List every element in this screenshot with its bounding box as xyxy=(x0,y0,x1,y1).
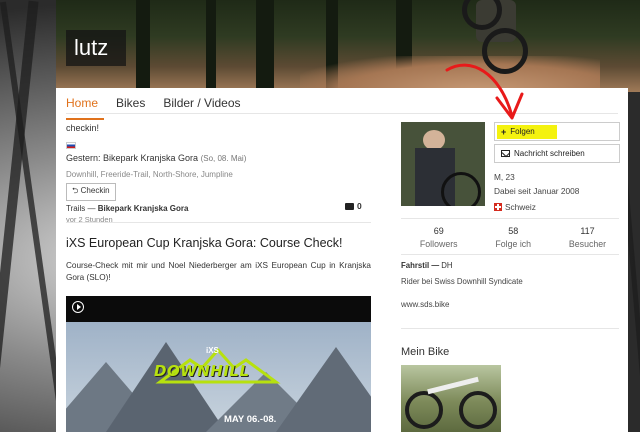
video-player[interactable]: iXS DOWNHILL MAY 06.-08. xyxy=(66,296,371,432)
checkin-button[interactable]: ⮌ Checkin xyxy=(66,183,116,201)
trail-tags: Downhill, Freeride-Trail, North-Shore, J… xyxy=(66,170,233,179)
message-button-label: Nachricht schreiben xyxy=(514,149,585,158)
activity-item: checkin! Gestern: Bikepark Kranjska Gora… xyxy=(66,121,372,224)
comment-icon xyxy=(345,202,354,210)
post-title[interactable]: iXS European Cup Kranjska Gora: Course C… xyxy=(66,236,343,250)
divider xyxy=(401,218,619,219)
checkin-button-label: Checkin xyxy=(80,186,110,195)
video-title: DOWNHILL xyxy=(154,362,250,380)
follow-button[interactable]: + Folgen xyxy=(494,122,620,141)
website-link[interactable]: www.sds.bike xyxy=(401,300,449,309)
tab-bilder-videos[interactable]: Bilder / Videos xyxy=(163,94,246,120)
checkin-location[interactable]: Gestern: Bikepark Kranjska Gora (So, 08.… xyxy=(66,153,372,163)
divider xyxy=(401,328,619,329)
checkin-location-label[interactable]: Gestern: Bikepark Kranjska Gora xyxy=(66,153,198,163)
trails-line: Trails — Bikepark Kranjska Gora xyxy=(66,204,372,213)
stat-label: Folge ich xyxy=(495,239,532,249)
riding-style-label: Fahrstil — xyxy=(401,261,440,270)
stat-value: 117 xyxy=(580,226,595,236)
plus-icon: + xyxy=(501,126,507,137)
tab-bikes[interactable]: Bikes xyxy=(116,94,151,120)
slovenia-flag-icon xyxy=(66,142,76,149)
stat-value: 58 xyxy=(508,226,519,236)
profile-stats: 69 Followers 58 Folge ich 117 Besucher xyxy=(401,226,625,249)
checkin-icon: ⮌ xyxy=(72,186,79,195)
follow-button-label: Folgen xyxy=(510,127,535,136)
comment-count[interactable]: 0 xyxy=(345,201,362,211)
my-bike-heading: Mein Bike xyxy=(401,346,450,358)
stat-visitors: 117 Besucher xyxy=(569,226,606,249)
profile-tabs: Home Bikes Bilder / Videos xyxy=(66,94,259,120)
country: Schweiz xyxy=(494,202,536,212)
divider xyxy=(66,222,371,223)
bike-photo[interactable] xyxy=(401,365,501,432)
swiss-flag-icon xyxy=(494,203,502,211)
profile-cover-image xyxy=(56,0,640,92)
checkin-title: checkin! xyxy=(66,123,100,133)
trails-link[interactable]: Bikepark Kranjska Gora xyxy=(98,204,189,213)
riding-style-value: DH xyxy=(441,261,453,270)
play-icon[interactable] xyxy=(72,301,84,313)
stat-followers[interactable]: 69 Followers xyxy=(420,226,458,249)
stat-following[interactable]: 58 Folge ich xyxy=(495,226,531,249)
checkin-date: (So, 08. Mai) xyxy=(200,154,247,163)
video-dates: MAY 06.-08. xyxy=(224,414,277,425)
envelope-icon xyxy=(501,150,510,157)
comment-count-value: 0 xyxy=(357,201,362,211)
profile-username: lutz xyxy=(66,30,126,66)
riding-style: Fahrstil — DH xyxy=(401,261,453,270)
stat-label: Besucher xyxy=(568,239,607,249)
tab-home[interactable]: Home xyxy=(66,94,105,120)
stat-value: 69 xyxy=(433,226,444,236)
profile-content: Home Bikes Bilder / Videos checkin! Gest… xyxy=(56,88,628,432)
team-info: Rider bei Swiss Downhill Syndicate xyxy=(401,277,523,286)
avatar[interactable] xyxy=(401,122,485,206)
video-brand: iXS xyxy=(206,346,219,355)
trails-prefix: Trails — xyxy=(66,204,96,213)
divider xyxy=(66,113,618,114)
stat-label: Followers xyxy=(419,239,458,249)
gender-age: M, 23 xyxy=(494,172,515,182)
post-body: Course-Check mit mir und Noel Niederberg… xyxy=(66,261,371,282)
member-since: Dabei seit Januar 2008 xyxy=(494,186,580,196)
country-label: Schweiz xyxy=(505,202,536,212)
divider xyxy=(401,254,619,255)
message-button[interactable]: Nachricht schreiben xyxy=(494,144,620,163)
